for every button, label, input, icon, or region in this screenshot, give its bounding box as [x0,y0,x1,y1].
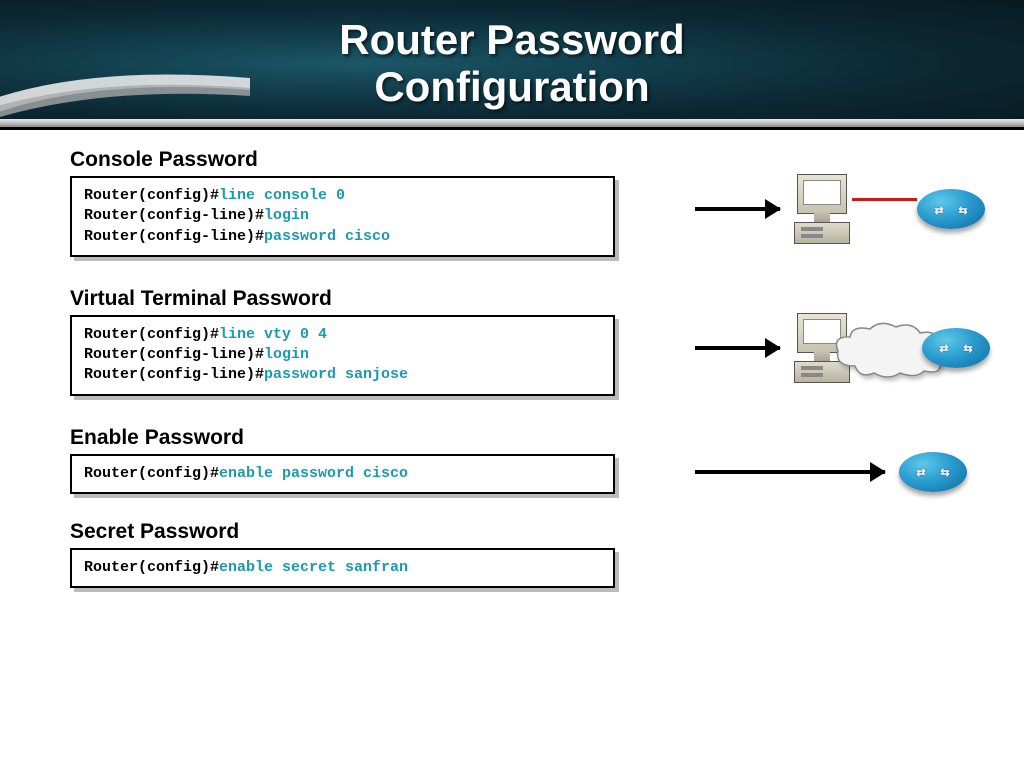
router-icon: ⇄⇆ [917,185,985,233]
title-line-2: Configuration [374,63,649,110]
code-box: Router(config)#enable password cisco [70,454,615,494]
section-heading: Console Password [70,148,969,172]
section-console-password: Console Password Router(config)#line con… [70,148,969,257]
slide-title: Router Password Configuration [339,17,684,109]
slide-content: Console Password Router(config)#line con… [0,130,1024,588]
section-heading: Enable Password [70,426,969,450]
section-heading: Virtual Terminal Password [70,287,969,311]
console-cable [852,198,917,201]
arrow-icon [695,207,780,211]
slide-header: Router Password Configuration [0,0,1024,130]
arrow-icon [695,470,885,474]
header-underline [0,119,1024,127]
code-box: Router(config)#enable secret sanfran [70,548,615,588]
title-line-1: Router Password [339,16,684,63]
section-heading: Secret Password [70,520,969,544]
section-vty-password: Virtual Terminal Password Router(config)… [70,287,969,396]
code-box: Router(config)#line console 0 Router(con… [70,176,615,257]
diagram-enable: ⇄⇆ [695,448,967,496]
router-icon: ⇄⇆ [922,324,990,372]
router-icon: ⇄⇆ [899,448,967,496]
section-enable-password: Enable Password Router(config)#enable pa… [70,426,969,494]
code-box: Router(config)#line vty 0 4 Router(confi… [70,315,615,396]
diagram-console: ⇄⇆ [695,174,985,244]
arrow-icon [695,346,780,350]
section-secret-password: Secret Password Router(config)#enable se… [70,520,969,588]
diagram-vty: ⇄⇆ [695,313,990,383]
computer-icon [792,174,852,244]
